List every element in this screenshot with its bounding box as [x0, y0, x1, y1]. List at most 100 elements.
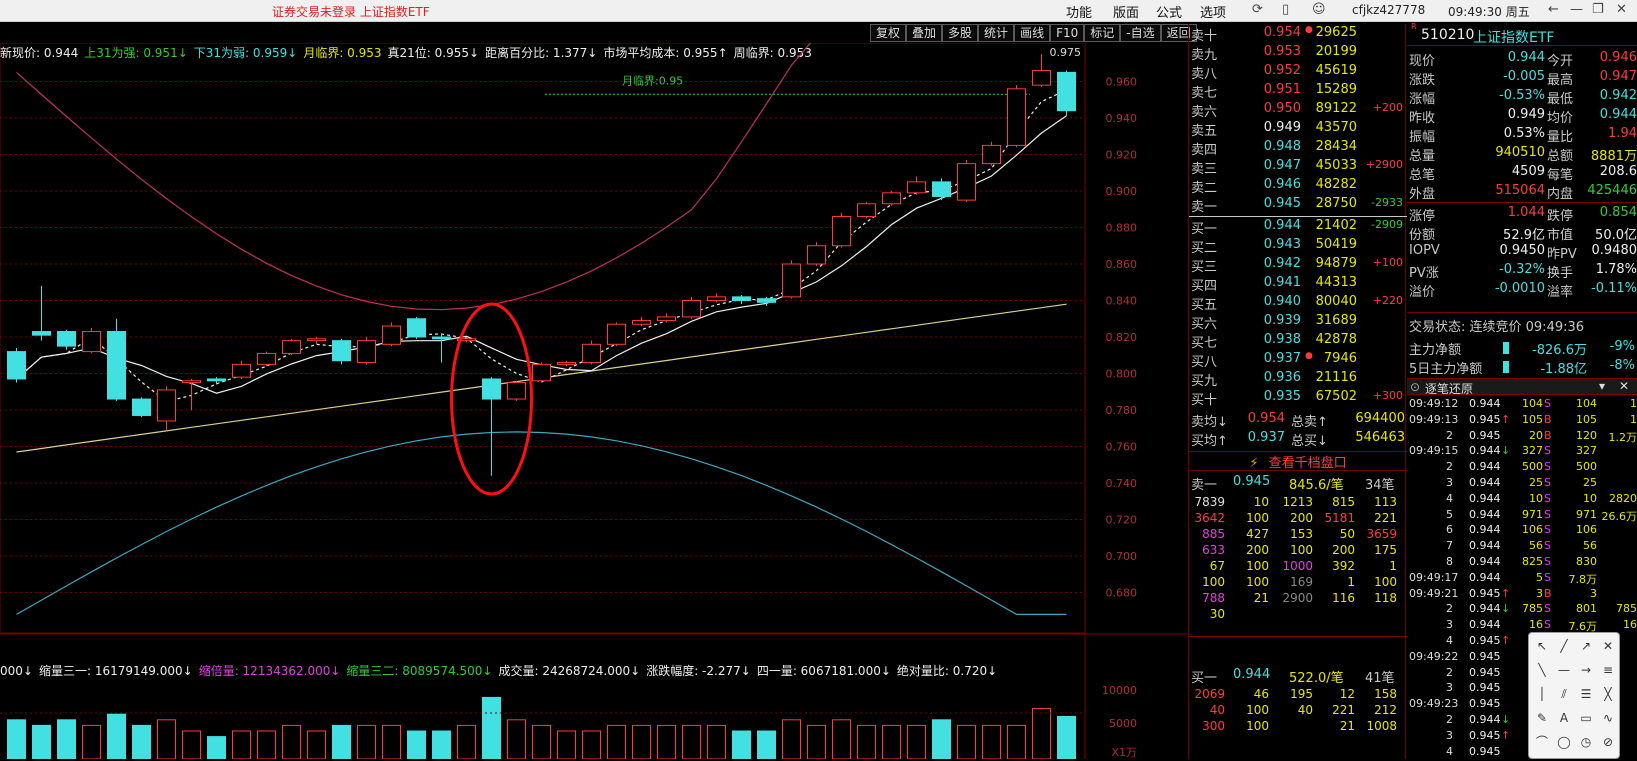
wave-tool-icon[interactable]: ∿	[1599, 709, 1617, 727]
btn-statistics[interactable]: 统计	[978, 24, 1015, 42]
bid1-queue-row: 300 100 21 1008	[1189, 719, 1407, 735]
menu-formula[interactable]: 公式	[1156, 2, 1182, 21]
vline-tool-icon[interactable]: │	[1533, 685, 1551, 703]
level-price: 0.943	[1263, 237, 1301, 252]
menu-layout[interactable]: 版面	[1113, 2, 1139, 21]
candle-body	[1007, 88, 1026, 146]
candle-body	[632, 320, 651, 325]
ask-level-5[interactable]: 卖五 0.949 43570	[1189, 120, 1407, 139]
tick-extra: 1	[1630, 412, 1637, 426]
candle-body	[432, 336, 451, 340]
bid-level-5[interactable]: 买五 0.940 80040 +220	[1189, 294, 1407, 313]
channel-tool-icon[interactable]: ⫽	[1555, 685, 1573, 703]
pen-tool-icon[interactable]: ✎	[1533, 709, 1551, 727]
hline-tool-icon[interactable]: —	[1555, 661, 1573, 679]
queue-cell: 100	[1246, 559, 1269, 573]
candle-body	[182, 380, 201, 384]
level-label: 买三	[1191, 260, 1218, 275]
close-panel-icon[interactable]: ✕	[1619, 379, 1629, 393]
tick-volume: 10	[1529, 491, 1543, 505]
tick-time: 09:49:12	[1409, 397, 1459, 410]
bid-level-7[interactable]: 买七 0.938 42878	[1189, 332, 1407, 351]
quote-value: 0.944	[1599, 107, 1637, 122]
refresh-icon[interactable]: ⟳	[1252, 2, 1263, 17]
dropdown-icon[interactable]: ▾	[1599, 379, 1605, 393]
bid-level-10[interactable]: 买十 0.935 67502 +300	[1189, 389, 1407, 408]
rect-tool-icon[interactable]: ▭	[1577, 709, 1595, 727]
trade-login-notice[interactable]: 证券交易未登录 上证指数ETF	[272, 3, 430, 20]
volume-bar	[832, 719, 851, 759]
minimize-icon[interactable]: —	[1570, 2, 1583, 17]
arrow-tool-icon[interactable]: →	[1577, 661, 1595, 679]
level-price: 0.953	[1263, 44, 1301, 59]
close-icon[interactable]: ✕	[1616, 2, 1627, 17]
segment-tool-icon[interactable]: ╲	[1533, 661, 1551, 679]
queue-cell: 3659	[1366, 527, 1397, 541]
gann-tool-icon[interactable]: ╳	[1599, 685, 1617, 703]
bid-level-9[interactable]: 买九 0.936 21116	[1189, 370, 1407, 389]
delete-tool-icon[interactable]: ⊘	[1599, 733, 1617, 751]
bid-level-1[interactable]: 买一 0.944 21402 -2909	[1189, 218, 1407, 237]
text-tool-icon[interactable]: A	[1555, 709, 1573, 727]
bid-level-8[interactable]: 买八 0.937 ● 7946	[1189, 351, 1407, 370]
restore-icon[interactable]: ❐	[1592, 2, 1604, 17]
level-price: 0.947	[1263, 158, 1301, 173]
close-palette-icon[interactable]: ✕	[1599, 637, 1617, 655]
menu-options[interactable]: 选项	[1200, 2, 1226, 21]
quote-value: 0.9480	[1591, 243, 1637, 258]
ask-level-10[interactable]: 卖十 0.954 ● 29625	[1189, 25, 1407, 44]
quote-label: 昨收	[1409, 111, 1436, 126]
y-tick-label: 0.960	[1106, 76, 1138, 89]
menu-function[interactable]: 功能	[1066, 2, 1092, 21]
tick-price: 0.944	[1469, 523, 1501, 537]
tick-volume: 105	[1522, 412, 1543, 426]
ask-level-4[interactable]: 卖四 0.948 28434	[1189, 139, 1407, 158]
ask-level-9[interactable]: 卖九 0.953 20199	[1189, 44, 1407, 63]
tick-row: 8 0.944 825 S 830	[1407, 555, 1637, 571]
cursor-icon[interactable]: ↖	[1533, 637, 1551, 655]
ask-level-8[interactable]: 卖八 0.952 45619	[1189, 63, 1407, 82]
bid-level-4[interactable]: 买四 0.941 44313	[1189, 275, 1407, 294]
fib-tool-icon[interactable]: ☰	[1577, 685, 1595, 703]
tick-time: 4	[1446, 634, 1453, 647]
bid-level-6[interactable]: 买六 0.939 31689	[1189, 313, 1407, 332]
bid-level-3[interactable]: 买三 0.942 94879 +100	[1189, 256, 1407, 275]
user-icon[interactable]: ☺	[1312, 2, 1326, 17]
ask-level-6[interactable]: 卖六 0.950 89122 +200	[1189, 101, 1407, 120]
ask-level-1[interactable]: 卖一 0.945 28750 -2933	[1189, 196, 1407, 215]
ask-level-3[interactable]: 卖三 0.947 45033 +2900	[1189, 158, 1407, 177]
volume-bar	[882, 724, 901, 759]
avg-label: 卖均↓	[1191, 415, 1228, 430]
btn-multi-stock[interactable]: 多股	[942, 24, 979, 42]
circle-tool-icon[interactable]: ◯	[1555, 733, 1573, 751]
ask-level-7[interactable]: 卖七 0.951 15289	[1189, 82, 1407, 101]
ray-tool-icon[interactable]: ↗	[1577, 637, 1595, 655]
btn-draw-line[interactable]: 画线	[1014, 24, 1051, 42]
tick-time: 3	[1446, 728, 1453, 742]
parallel-tool-icon[interactable]: ≡	[1599, 661, 1617, 679]
back-arrow-icon[interactable]: ←	[1548, 2, 1559, 17]
tick-panel-header[interactable]: ⊙ 逐笔还原 ▾ ✕	[1407, 378, 1637, 396]
collapse-icon[interactable]: ⊙	[1410, 380, 1420, 394]
btn-overlay[interactable]: 叠加	[906, 24, 943, 42]
volume-bar	[657, 724, 676, 759]
clock-tool-icon[interactable]: ◷	[1577, 733, 1595, 751]
bid-level-2[interactable]: 买二 0.943 50419	[1189, 237, 1407, 256]
volume-bar	[207, 736, 226, 759]
btn-watchlist[interactable]: -自选	[1120, 24, 1161, 42]
account-id: cfjkz427778	[1352, 3, 1426, 17]
ask-level-2[interactable]: 卖二 0.946 48282	[1189, 177, 1407, 196]
depth-book-button[interactable]: ⚡ 查看千档盘口	[1189, 451, 1407, 471]
btn-mark[interactable]: 标记	[1084, 24, 1121, 42]
trade-status: 交易状态: 连续竞价 09:49:36	[1409, 320, 1585, 335]
btn-f10[interactable]: F10	[1050, 24, 1085, 42]
phone-icon[interactable]: ▯	[1282, 2, 1289, 17]
queue-cell: 40	[1297, 703, 1313, 717]
quote-value: 1.044	[1507, 205, 1545, 220]
volume-indicator-value-0: 000↓	[0, 664, 33, 678]
line-tool-icon[interactable]: ╱	[1555, 637, 1573, 655]
btn-fuquan[interactable]: 复权	[870, 24, 907, 42]
curve-tool-icon[interactable]: ⌒	[1533, 733, 1551, 751]
kline-chart[interactable]: 0.680 0.700 0.720 0.740 0.760 0.780 0.800 0.820…	[0, 43, 1188, 759]
candle-body	[707, 296, 726, 302]
